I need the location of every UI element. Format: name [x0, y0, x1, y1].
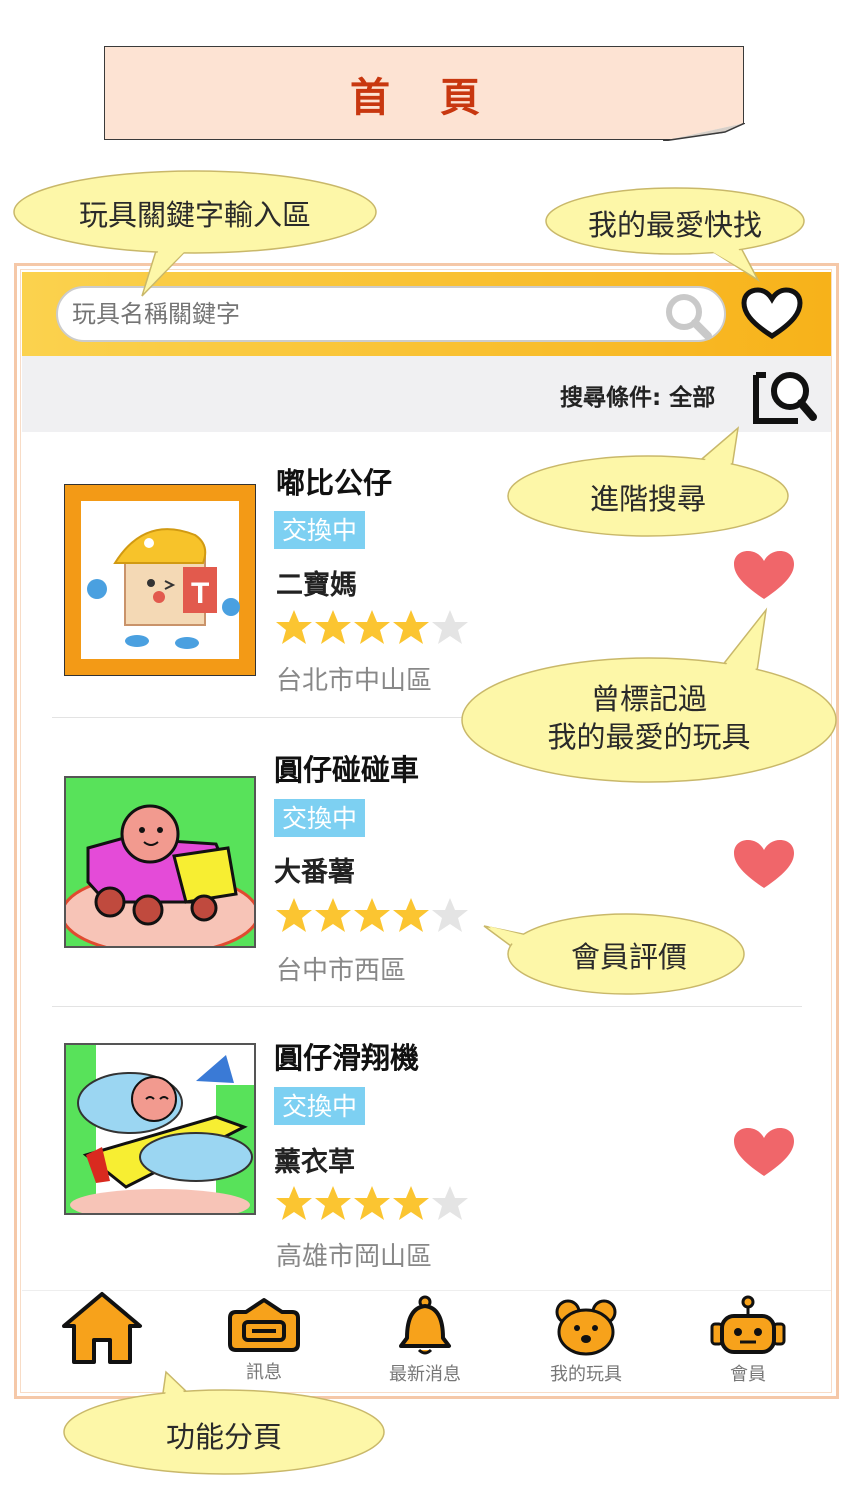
- toy-image-mascot: T: [81, 501, 240, 659]
- item-location: 高雄市岡山區: [276, 1242, 433, 1272]
- callout-text: 會員評價: [570, 940, 687, 974]
- filter-label: 搜尋條件: 全部: [560, 385, 716, 411]
- toy-image-bumper-car: [60, 804, 260, 956]
- nav-tab-member[interactable]: 會員: [688, 1294, 808, 1386]
- robot-icon: [710, 1295, 786, 1354]
- callout-favorites: 我的最愛快找: [544, 186, 806, 282]
- star-icon: [276, 1186, 468, 1220]
- svg-text:T: T: [191, 577, 209, 610]
- heart-filled-icon[interactable]: [732, 1126, 796, 1178]
- page-title-banner: 首 頁: [104, 46, 745, 141]
- toy-thumbnail-1[interactable]: T: [64, 484, 256, 676]
- nav-tab-home[interactable]: [60, 1290, 144, 1370]
- toy-image-glider: [66, 1045, 254, 1221]
- status-badge: 交換中: [274, 511, 366, 549]
- bell-icon: [399, 1295, 451, 1355]
- search-icon[interactable]: [660, 290, 716, 342]
- heart-filled-icon[interactable]: [732, 549, 796, 601]
- item-owner[interactable]: 二寶媽: [276, 563, 357, 602]
- item-title[interactable]: 圓仔滑翔機: [274, 1035, 419, 1077]
- rating-stars: [276, 610, 468, 644]
- callout-rating: 會員評價: [480, 908, 748, 1002]
- callout-text: 功能分頁: [165, 1420, 282, 1454]
- list-divider: [52, 1006, 802, 1007]
- star-icon: [276, 898, 468, 932]
- nav-tab-my-toys[interactable]: 我的玩具: [526, 1298, 646, 1386]
- callout-text: 玩具關鍵字輸入區: [78, 198, 311, 232]
- nav-label: 我的玩具: [550, 1364, 622, 1385]
- advanced-search-icon[interactable]: [752, 365, 818, 425]
- callout-tabs: 功能分頁: [62, 1370, 386, 1480]
- callout-text: 進階搜尋: [589, 482, 706, 516]
- callout-text: 曾標記過: [590, 682, 707, 716]
- callout-text: 我的最愛的玩具: [547, 720, 751, 754]
- nav-label: 會員: [730, 1364, 766, 1385]
- item-owner[interactable]: 大番薯: [274, 850, 355, 889]
- status-badge: 交換中: [274, 1087, 366, 1125]
- callout-marked-favorites: 曾標記過 我的最愛的玩具: [460, 606, 838, 786]
- rating-stars: [276, 1186, 468, 1220]
- callout-advanced-search: 進階搜尋: [506, 424, 790, 540]
- item-owner[interactable]: 薰衣草: [274, 1140, 355, 1179]
- page-title: 首 頁: [350, 75, 498, 121]
- item-title[interactable]: 圓仔碰碰車: [274, 747, 419, 789]
- status-badge: 交換中: [274, 799, 366, 837]
- rating-stars: [276, 898, 468, 932]
- toy-thumbnail-3[interactable]: [64, 1043, 256, 1221]
- page-fold-decoration: [663, 123, 745, 141]
- star-icon: [276, 610, 468, 644]
- bear-icon: [555, 1299, 617, 1356]
- callout-text: 我的最愛快找: [587, 208, 762, 242]
- callout-keyword-area: 玩具關鍵字輸入區: [12, 168, 378, 298]
- message-icon: [228, 1298, 300, 1352]
- home-icon: [62, 1292, 142, 1364]
- item-location: 台北市中山區: [276, 666, 433, 696]
- toy-thumbnail-2[interactable]: [60, 776, 260, 956]
- favorites-heart-icon[interactable]: [740, 286, 804, 342]
- item-location: 台中市西區: [276, 956, 407, 986]
- heart-filled-icon[interactable]: [732, 838, 796, 890]
- item-title[interactable]: 嘟比公仔: [276, 460, 392, 502]
